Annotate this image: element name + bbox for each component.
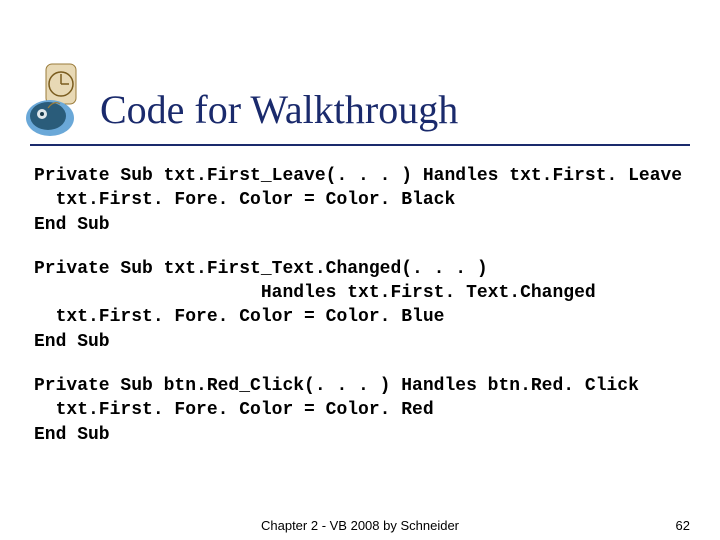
code-block-3: Private Sub btn.Red_Click(. . . ) Handle… xyxy=(34,374,686,447)
slide-header: Code for Walkthrough xyxy=(0,0,720,136)
code-line: Handles txt.First. Text.Changed xyxy=(34,283,596,303)
code-block-2: Private Sub txt.First_Text.Changed(. . .… xyxy=(34,257,686,354)
logo-icon xyxy=(20,60,90,140)
code-line: txt.First. Fore. Color = Color. Blue xyxy=(34,307,444,327)
code-line: Private Sub txt.First_Text.Changed(. . .… xyxy=(34,259,488,279)
code-line: Private Sub txt.First_Leave(. . . ) Hand… xyxy=(34,166,682,186)
code-content: Private Sub txt.First_Leave(. . . ) Hand… xyxy=(0,146,720,447)
code-block-1: Private Sub txt.First_Leave(. . . ) Hand… xyxy=(34,164,686,237)
code-line: txt.First. Fore. Color = Color. Red xyxy=(34,400,434,420)
page-number: 62 xyxy=(676,518,690,533)
code-line: txt.First. Fore. Color = Color. Black xyxy=(34,190,455,210)
code-line: Private Sub btn.Red_Click(. . . ) Handle… xyxy=(34,376,639,396)
code-line: End Sub xyxy=(34,215,110,235)
footer-caption: Chapter 2 - VB 2008 by Schneider xyxy=(261,518,459,533)
code-line: End Sub xyxy=(34,425,110,445)
page-title: Code for Walkthrough xyxy=(100,88,458,136)
code-line: End Sub xyxy=(34,332,110,352)
